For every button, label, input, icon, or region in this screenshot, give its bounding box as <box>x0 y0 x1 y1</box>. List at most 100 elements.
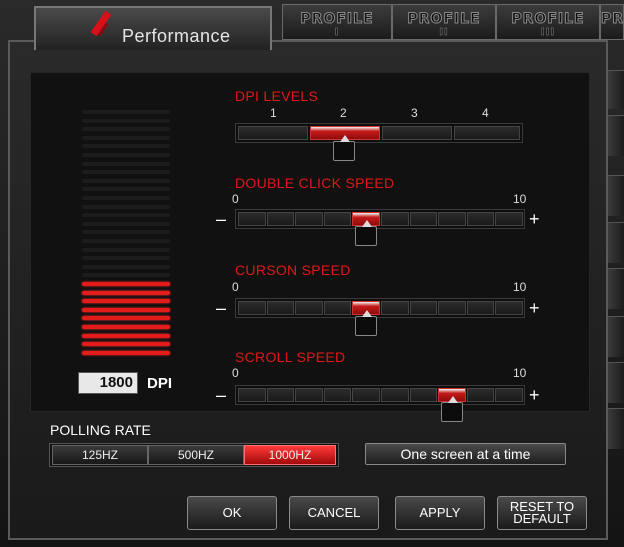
slider-step[interactable] <box>438 212 466 226</box>
slider-step[interactable] <box>381 388 409 402</box>
slider-step[interactable] <box>266 301 295 315</box>
slider-step[interactable] <box>381 301 409 315</box>
dpi-meter-bar <box>82 170 170 175</box>
slider-step[interactable] <box>266 388 295 402</box>
scroll-min-label: 0 <box>232 366 239 380</box>
dpi-level-4-segment[interactable] <box>454 126 520 140</box>
scroll-decrease-button[interactable]: – <box>216 386 226 404</box>
side-decoration <box>608 222 624 263</box>
double-click-min-label: 0 <box>232 192 239 206</box>
dpi-level-1-segment[interactable] <box>238 126 308 140</box>
dpi-level-3-label: 3 <box>411 106 418 120</box>
side-decoration <box>608 316 624 357</box>
scroll-speed-thumb[interactable] <box>440 396 463 422</box>
dpi-level-2-label: 2 <box>340 106 347 120</box>
cursor-speed-thumb[interactable] <box>354 310 377 336</box>
dpi-meter-bar <box>82 118 170 123</box>
slider-step[interactable] <box>495 301 523 315</box>
slider-step[interactable] <box>409 301 438 315</box>
cursor-decrease-button[interactable]: – <box>216 299 226 317</box>
cursor-speed-title: CURSON SPEED <box>235 262 351 278</box>
dpi-meter-bar <box>82 135 170 140</box>
dpi-meter-bar <box>82 221 170 226</box>
dpi-meter-bar <box>82 187 170 192</box>
dpi-meter-bar <box>82 264 170 269</box>
tab-profile-2-label: PROFILE <box>407 11 481 27</box>
dpi-levels-slider[interactable] <box>235 123 523 143</box>
tab-profile-3[interactable]: PROFILE III <box>496 4 600 40</box>
dpi-meter-bar <box>82 110 170 114</box>
dpi-meter-bar <box>82 161 170 166</box>
dpi-meter-bar-active <box>82 290 170 295</box>
cursor-speed-slider[interactable] <box>235 298 525 318</box>
slider-step[interactable] <box>295 301 323 315</box>
dpi-meter-bar-active <box>82 282 170 286</box>
side-decoration <box>608 268 624 309</box>
apply-button[interactable]: APPLY <box>395 496 485 530</box>
dpi-level-3-segment[interactable] <box>382 126 452 140</box>
dpi-levels-thumb[interactable] <box>333 135 355 161</box>
dpi-meter-bar-active <box>82 325 170 329</box>
slider-step[interactable] <box>323 388 352 402</box>
dpi-meter-bar <box>82 247 170 252</box>
double-click-max-label: 10 <box>513 192 527 206</box>
reset-label-line2: DEFAULT <box>513 511 571 526</box>
slider-step[interactable] <box>381 212 409 226</box>
tab-profile-4[interactable]: PR <box>600 4 624 40</box>
slider-step[interactable] <box>466 301 495 315</box>
scroll-increase-button[interactable]: + <box>529 386 540 404</box>
dpi-levels-title: DPI LEVELS <box>235 88 319 104</box>
dpi-meter-bar <box>82 178 170 183</box>
cancel-button[interactable]: CANCEL <box>289 496 379 530</box>
tab-profile-1-label: PROFILE <box>300 11 374 27</box>
slider-step[interactable] <box>495 388 523 402</box>
double-click-decrease-button[interactable]: – <box>216 210 226 228</box>
dpi-meter-bar-active <box>82 342 170 347</box>
double-click-increase-button[interactable]: + <box>529 210 540 228</box>
slider-step[interactable] <box>466 212 495 226</box>
slider-step[interactable] <box>238 212 266 226</box>
dpi-meter-bar <box>82 196 170 200</box>
reset-to-default-button[interactable]: RESET TO DEFAULT <box>497 496 587 530</box>
polling-1000hz-button[interactable]: 1000HZ <box>244 445 336 465</box>
side-decoration <box>608 408 624 449</box>
slider-step[interactable] <box>238 301 266 315</box>
side-decoration <box>608 362 624 403</box>
dpi-meter-bar <box>82 256 170 261</box>
polling-125hz-button[interactable]: 125HZ <box>52 445 148 465</box>
side-decoration <box>608 115 624 156</box>
slider-step[interactable] <box>352 388 380 402</box>
double-click-speed-slider[interactable] <box>235 209 525 229</box>
slider-step[interactable] <box>266 212 295 226</box>
dpi-meter-bar <box>82 230 170 235</box>
dpi-meter-bar-active <box>82 307 170 312</box>
slider-step[interactable] <box>238 388 266 402</box>
double-click-speed-thumb[interactable] <box>354 220 377 246</box>
tab-profile-4-label: PR <box>601 11 624 27</box>
side-decoration <box>608 175 624 216</box>
slider-step[interactable] <box>323 212 352 226</box>
scroll-max-label: 10 <box>513 366 527 380</box>
dpi-meter-bar-active <box>82 333 170 338</box>
slider-step[interactable] <box>295 388 323 402</box>
slider-step[interactable] <box>295 212 323 226</box>
double-click-speed-title: DOUBLE CLICK SPEED <box>235 175 395 191</box>
dpi-level-4-label: 4 <box>482 106 489 120</box>
cursor-increase-button[interactable]: + <box>529 299 540 317</box>
slider-step[interactable] <box>495 212 523 226</box>
slider-step[interactable] <box>409 212 438 226</box>
dpi-meter-bar <box>82 273 170 278</box>
scroll-mode-button[interactable]: One screen at a time <box>365 443 566 465</box>
slider-step[interactable] <box>323 301 352 315</box>
dpi-meter-bar-active <box>82 299 170 304</box>
ok-button[interactable]: OK <box>187 496 277 530</box>
tab-profile-1[interactable]: PROFILE I <box>282 4 392 40</box>
polling-500hz-button[interactable]: 500HZ <box>148 445 244 465</box>
tab-profile-2[interactable]: PROFILE II <box>392 4 496 40</box>
scroll-speed-slider[interactable] <box>235 385 525 405</box>
dpi-meter-bar <box>82 239 170 243</box>
slider-step[interactable] <box>466 388 495 402</box>
slider-step[interactable] <box>438 301 466 315</box>
slider-step[interactable] <box>409 388 438 402</box>
dpi-value-field[interactable]: 1800 <box>78 372 138 394</box>
